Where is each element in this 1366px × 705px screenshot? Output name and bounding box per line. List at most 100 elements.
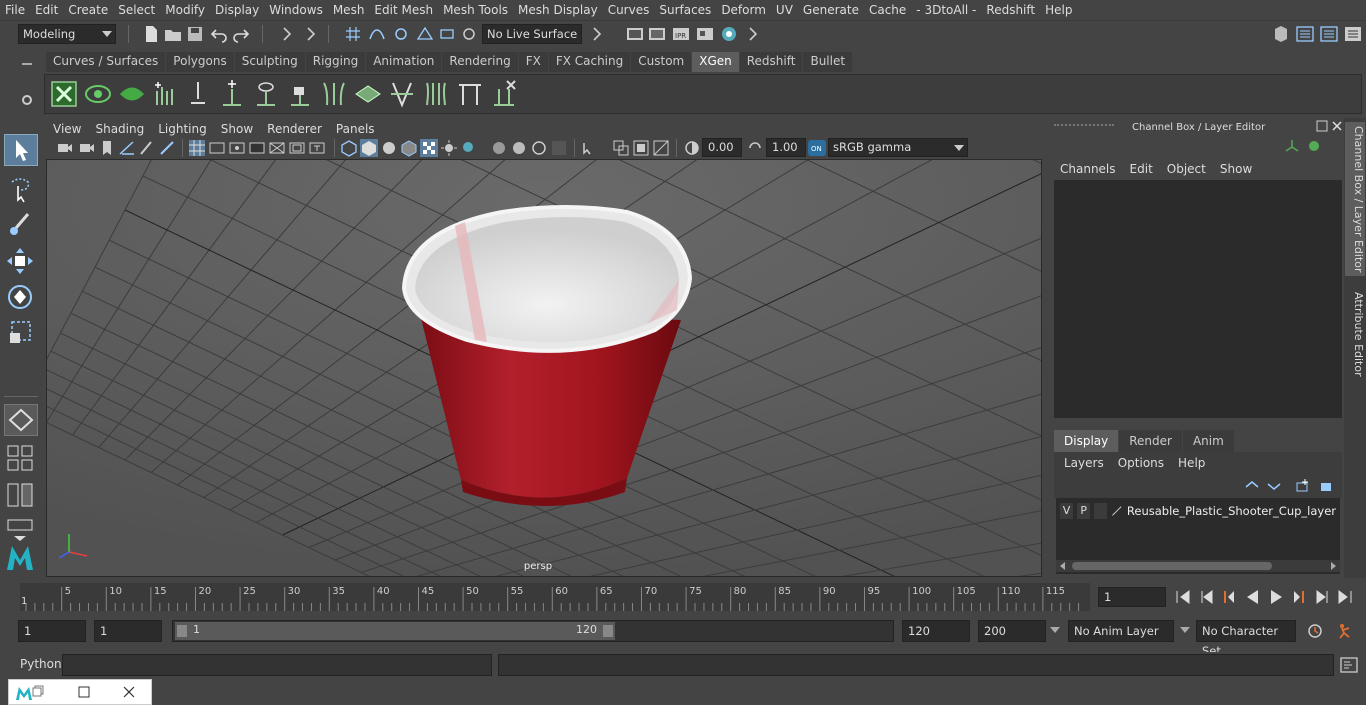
tab-render[interactable]: Render — [1119, 430, 1182, 452]
command-input[interactable] — [62, 654, 492, 676]
menu-file[interactable]: File — [0, 0, 30, 20]
toggle-channel-box-icon[interactable] — [1344, 25, 1362, 43]
manipulator-icon[interactable] — [1284, 138, 1300, 154]
layer-visibility-toggle[interactable]: V — [1060, 503, 1074, 519]
toggle-attribute-editor-icon[interactable] — [1296, 25, 1314, 43]
screen-space-ao-icon[interactable] — [490, 139, 508, 157]
shelf-tab-bullet[interactable]: Bullet — [803, 52, 853, 72]
redo-icon[interactable] — [232, 25, 250, 43]
outliner-layout[interactable] — [4, 480, 38, 512]
bookmark-icon[interactable] — [98, 139, 116, 157]
go-to-end-icon[interactable] — [1336, 588, 1354, 606]
exposure-field[interactable]: 0.00 — [702, 138, 742, 157]
shelf-menu-icon[interactable] — [18, 55, 36, 73]
render-view-icon[interactable] — [626, 25, 644, 43]
select-by-hierarchy-icon[interactable] — [278, 25, 296, 43]
show-menu[interactable]: Show — [1220, 162, 1252, 176]
play-forwards-icon[interactable] — [1267, 588, 1285, 606]
range-slider[interactable]: 1 120 — [172, 620, 894, 642]
shelf-tab-xgen[interactable]: XGen — [692, 52, 739, 72]
default-material-icon[interactable] — [380, 139, 398, 157]
playback-end-field[interactable]: 120 — [902, 620, 970, 642]
perspective-viewport[interactable]: persp — [46, 159, 1042, 577]
menu-mesh-tools[interactable]: Mesh Tools — [438, 0, 513, 20]
grease-pencil-icon[interactable] — [138, 139, 156, 157]
layer-name[interactable]: Reusable_Plastic_Shooter_Cup_layer — [1127, 504, 1336, 518]
chevron-down-icon[interactable] — [1178, 623, 1192, 637]
step-forward-key-icon[interactable] — [1290, 588, 1308, 606]
render-settings-icon[interactable] — [696, 25, 714, 43]
sculpt-guides-icon[interactable] — [421, 79, 451, 109]
shelf-tab-redshift[interactable]: Redshift — [739, 52, 803, 72]
maximize-icon[interactable] — [77, 685, 91, 699]
place-guides-icon[interactable] — [183, 79, 213, 109]
options-menu[interactable]: Options — [1118, 456, 1164, 470]
end-time-field[interactable]: 200 — [978, 620, 1046, 642]
range-start-grip[interactable] — [177, 625, 187, 637]
menu-set-dropdown[interactable]: Modeling — [18, 24, 116, 44]
lasso-tool[interactable] — [4, 174, 38, 206]
toggle-tool-settings-icon[interactable] — [1320, 25, 1338, 43]
menu-edit[interactable]: Edit — [30, 0, 63, 20]
menu-modify[interactable]: Modify — [160, 0, 210, 20]
menu-redshift[interactable]: Redshift — [981, 0, 1040, 20]
snap-to-curve-icon[interactable] — [368, 25, 386, 43]
render-current-frame-icon[interactable] — [648, 25, 666, 43]
smooth-shade-icon[interactable] — [360, 139, 378, 157]
exposure-icon[interactable] — [683, 139, 701, 157]
scrollbar-thumb[interactable] — [1072, 562, 1272, 570]
menu-surfaces[interactable]: Surfaces — [654, 0, 716, 20]
move-tool[interactable] — [4, 246, 38, 278]
step-back-key-icon[interactable] — [1220, 588, 1238, 606]
xgen-leaf-icon[interactable] — [117, 79, 147, 109]
four-view-layout[interactable] — [4, 442, 38, 474]
make-live-icon[interactable] — [460, 25, 478, 43]
go-to-start-icon[interactable] — [1174, 588, 1192, 606]
xray-icon[interactable] — [612, 139, 630, 157]
menu-edit-mesh[interactable]: Edit Mesh — [369, 0, 438, 20]
textured-icon[interactable] — [420, 139, 438, 157]
guide-visibility-icon[interactable] — [251, 79, 281, 109]
layers-menu[interactable]: Layers — [1064, 456, 1104, 470]
new-layer-from-selection-icon[interactable] — [1318, 478, 1334, 494]
edit-menu[interactable]: Edit — [1130, 162, 1153, 176]
groom-guides-icon[interactable] — [319, 79, 349, 109]
chevron-down-icon[interactable] — [1048, 623, 1062, 637]
wireframe-on-shaded-icon[interactable] — [400, 139, 418, 157]
shelf-tab-custom[interactable]: Custom — [631, 52, 692, 72]
range-end-grip[interactable] — [603, 625, 613, 637]
grid-toggle-icon[interactable] — [188, 139, 206, 157]
float-panel-icon[interactable] — [1316, 120, 1328, 132]
channels-menu[interactable]: Channels — [1060, 162, 1116, 176]
step-back-icon[interactable] — [1198, 588, 1216, 606]
shelf-settings-gear-icon[interactable] — [18, 91, 36, 109]
time-slider[interactable]: 5 10 15 20 25 30 35 40 45 50 55 60 65 70 75 80 85 90 95 100… — [0, 580, 1366, 616]
snap-to-view-plane-icon[interactable] — [416, 25, 434, 43]
anti-aliasing-icon[interactable] — [530, 139, 548, 157]
tab-anim[interactable]: Anim — [1182, 430, 1234, 452]
tab-display[interactable]: Display — [1054, 430, 1119, 452]
menu-deform[interactable]: Deform — [716, 0, 771, 20]
viewport-menu-view[interactable]: View — [46, 122, 88, 136]
menu-uv[interactable]: UV — [771, 0, 798, 20]
auto-key-icon[interactable] — [1306, 622, 1324, 640]
restore-icon[interactable] — [31, 684, 45, 698]
gamma-field[interactable]: 1.00 — [766, 138, 806, 157]
layer-color-icon[interactable] — [1111, 503, 1123, 519]
add-guide-icon[interactable] — [217, 79, 247, 109]
scroll-right-icon[interactable] — [1328, 561, 1338, 571]
shelf-tab-rigging[interactable]: Rigging — [305, 52, 366, 72]
menu-curves[interactable]: Curves — [603, 0, 655, 20]
shelf-tab-fx[interactable]: FX — [518, 52, 548, 72]
shelf-tab-rendering[interactable]: Rendering — [442, 52, 518, 72]
chevron-right-icon[interactable] — [744, 25, 762, 43]
menu-windows[interactable]: Windows — [264, 0, 328, 20]
timeline-track[interactable]: 5 10 15 20 25 30 35 40 45 50 55 60 65 70 75 80 85 90 95 100… — [20, 583, 1103, 611]
workspace-icon[interactable] — [1272, 25, 1290, 43]
interactive-groom-icon[interactable] — [353, 79, 383, 109]
close-icon[interactable] — [1331, 120, 1343, 132]
resolution-gate-icon[interactable] — [228, 139, 246, 157]
delete-guides-icon[interactable] — [489, 79, 519, 109]
single-perspective-layout[interactable] — [4, 404, 38, 436]
2d-pan-zoom-icon[interactable] — [158, 139, 176, 157]
